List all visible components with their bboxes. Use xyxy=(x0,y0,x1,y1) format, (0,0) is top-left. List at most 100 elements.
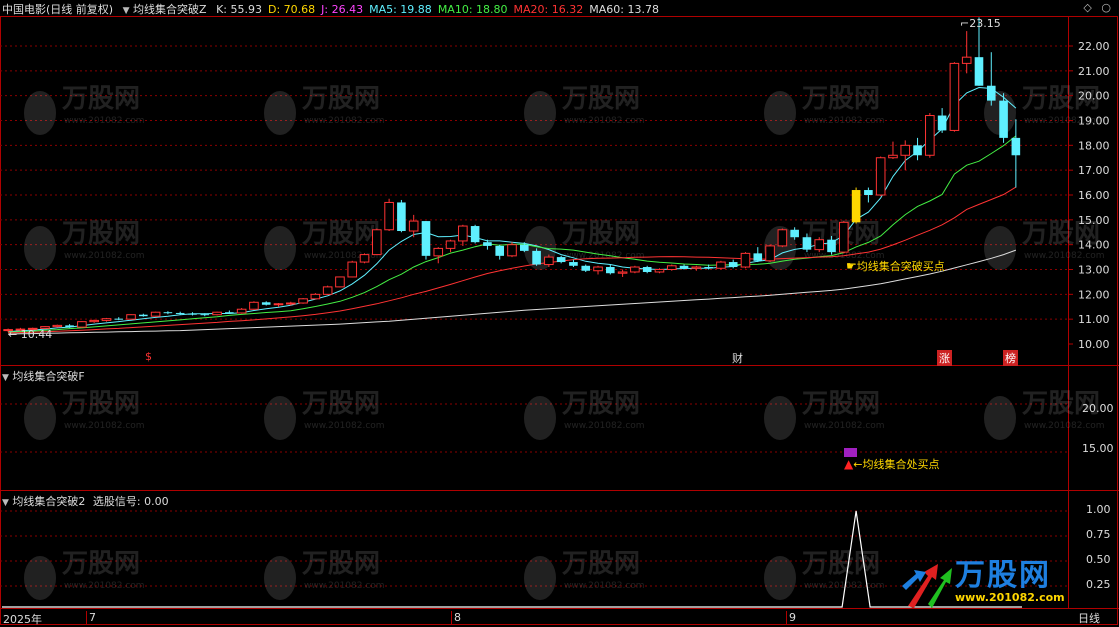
chevron-down-icon[interactable]: ▼ xyxy=(2,373,9,383)
candle-body xyxy=(617,271,628,274)
time-label-month: 7 xyxy=(86,611,96,624)
candle-body xyxy=(495,245,505,256)
panel2-title[interactable]: 均线集合突破F xyxy=(12,370,84,383)
candle-body xyxy=(777,229,788,247)
candle-body xyxy=(421,221,431,256)
formula-name[interactable]: 均线集合突破Z xyxy=(133,3,207,16)
event-marker-finance[interactable]: 财 xyxy=(732,350,743,366)
candle-body xyxy=(200,314,210,316)
panel2-header: ▼ 均线集合突破F xyxy=(2,368,85,384)
watermark-emblem xyxy=(24,91,56,135)
watermark-brand: 万股网 xyxy=(802,84,880,114)
circle-icon[interactable]: ○ xyxy=(1101,1,1111,14)
candle-body xyxy=(839,221,849,253)
watermark-brand: 万股网 xyxy=(62,84,140,114)
candle-body xyxy=(236,308,247,314)
candle-body xyxy=(335,276,345,288)
watermark-url: www.201082.com xyxy=(1024,421,1105,431)
candle-body xyxy=(814,239,825,251)
candle-body xyxy=(875,157,886,196)
indicator-value: MA20: 16.32 xyxy=(513,3,584,16)
watermark-emblem xyxy=(524,91,556,135)
candle-body xyxy=(581,265,591,271)
period-label[interactable]: 日线 xyxy=(1078,610,1100,626)
red-triangle-icon: ▲ xyxy=(844,457,854,471)
candle-body xyxy=(851,190,861,223)
watermark-url: www.201082.com xyxy=(64,251,145,261)
candle-body xyxy=(654,269,665,273)
candle-body xyxy=(359,254,370,263)
candle-body xyxy=(163,312,173,314)
watermark-tile: 万股网www.201082.com xyxy=(524,389,645,440)
watermark-url: www.201082.com xyxy=(64,116,145,126)
candle-body xyxy=(101,318,112,321)
indicator-value: MA5: 19.88 xyxy=(369,3,432,16)
watermark-brand: 万股网 xyxy=(302,549,380,579)
candle-body xyxy=(704,267,713,269)
price-tick-label: 15.00 xyxy=(1078,214,1110,227)
watermark-tile: 万股网www.201082.com xyxy=(264,389,385,440)
candle-body xyxy=(114,318,124,320)
candle-body xyxy=(642,267,652,272)
price-tick-label: 17.00 xyxy=(1078,164,1110,177)
candle-body xyxy=(716,261,726,269)
candle-body xyxy=(298,298,308,304)
candle-body xyxy=(937,115,947,131)
candlestick-series xyxy=(3,17,1021,333)
watermark-tile: 万股网www.201082.com xyxy=(764,549,885,600)
candle-body xyxy=(1011,137,1021,156)
candle-body xyxy=(470,226,480,243)
candle-body xyxy=(507,244,517,257)
candle-body xyxy=(949,62,960,131)
watermark-url: www.201082.com xyxy=(64,581,145,591)
corner-controls: ◇ ○ xyxy=(1083,1,1111,14)
candle-body xyxy=(593,266,603,272)
watermark-brand: 万股网 xyxy=(302,84,380,114)
event-marker-rise[interactable]: 涨 xyxy=(937,350,952,366)
watermark-emblem xyxy=(264,556,296,600)
candle-body xyxy=(802,237,812,250)
chevron-down-icon[interactable]: ▼ xyxy=(123,6,130,16)
watermark-brand: 万股网 xyxy=(302,389,380,419)
candle-body xyxy=(765,245,775,262)
candle-body xyxy=(925,115,935,156)
candle-body xyxy=(89,319,99,323)
watermark-brand: 万股网 xyxy=(562,389,640,419)
diamond-icon[interactable]: ◇ xyxy=(1083,1,1091,14)
candle-body xyxy=(322,286,333,295)
watermark-brand: 万股网 xyxy=(302,219,380,249)
candle-body xyxy=(384,201,394,231)
watermark-tile: 万股网www.201082.com xyxy=(524,219,645,270)
candle-body xyxy=(249,301,259,310)
price-tick-label: 14.00 xyxy=(1078,239,1110,252)
watermark-brand: 万股网 xyxy=(62,389,140,419)
chart-header: 中国电影(日线 前复权) ▼ 均线集合突破Z K: 55.93 D: 70.68 J… xyxy=(2,1,659,17)
security-title[interactable]: 中国电影(日线 前复权) xyxy=(2,3,113,16)
chart-canvas[interactable]: 万股网www.201082.com万股网www.201082.com万股网www… xyxy=(0,0,1119,626)
candle-body xyxy=(150,311,161,317)
watermark-tile: 万股网www.201082.com xyxy=(764,389,885,440)
panel3-tick: 1.00 xyxy=(1086,503,1111,516)
watermark-brand: 万股网 xyxy=(62,549,140,579)
price-tick-label: 12.00 xyxy=(1078,288,1110,301)
watermark-emblem xyxy=(524,556,556,600)
event-marker-ranking[interactable]: 榜 xyxy=(1003,350,1018,366)
watermark-emblem xyxy=(24,556,56,600)
indicator-value: D: 70.68 xyxy=(267,3,316,16)
chevron-down-icon[interactable]: ▼ xyxy=(2,498,9,508)
watermark-brand: 万股网 xyxy=(802,549,880,579)
candle-body xyxy=(888,154,898,159)
candle-body xyxy=(666,265,677,270)
high-price-label: ⌐23.15 xyxy=(960,17,1001,30)
watermark-tile: 万股网www.201082.com xyxy=(764,84,885,135)
arrow-left-icon: ← xyxy=(8,328,18,341)
watermark-emblem xyxy=(764,91,796,135)
price-tick-label: 11.00 xyxy=(1078,313,1110,326)
brand-logo: 万股网 www.201082.com xyxy=(955,560,1065,604)
panel3-title[interactable]: 均线集合突破2 xyxy=(12,495,85,508)
event-marker-dollar[interactable]: $ xyxy=(145,350,152,363)
watermark-url: www.201082.com xyxy=(804,421,885,431)
indicator-value: J: 26.43 xyxy=(321,3,364,16)
indicator-value: MA10: 18.80 xyxy=(437,3,508,16)
candle-body xyxy=(65,325,74,328)
